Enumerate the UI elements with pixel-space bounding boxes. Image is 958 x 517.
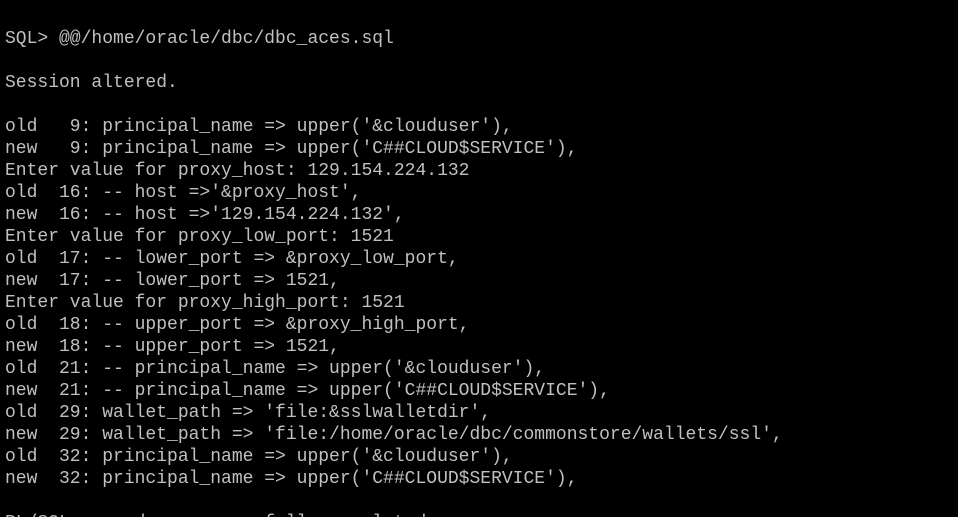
- terminal-line: new 29: wallet_path => 'file:/home/oracl…: [5, 425, 783, 445]
- terminal-line: old 17: -- lower_port => &proxy_low_port…: [5, 249, 459, 269]
- terminal-window[interactable]: SQL> @@/home/oracle/dbc/dbc_aces.sql Sess…: [0, 0, 958, 517]
- terminal-line: new 21: -- principal_name => upper('C##C…: [5, 381, 610, 401]
- terminal-output: SQL> @@/home/oracle/dbc/dbc_aces.sql Sess…: [5, 28, 783, 517]
- terminal-line: new 9: principal_name => upper('C##CLOUD…: [5, 139, 578, 159]
- terminal-line: new 32: principal_name => upper('C##CLOU…: [5, 469, 578, 489]
- terminal-line: new 16: -- host =>'129.154.224.132',: [5, 205, 405, 225]
- terminal-line: Enter value for proxy_host: 129.154.224.…: [5, 161, 470, 181]
- terminal-line: Enter value for proxy_high_port: 1521: [5, 293, 405, 313]
- terminal-line: new 17: -- lower_port => 1521,: [5, 271, 340, 291]
- terminal-line: old 18: -- upper_port => &proxy_high_por…: [5, 315, 470, 335]
- terminal-line: Session altered.: [5, 73, 178, 93]
- terminal-line: Enter value for proxy_low_port: 1521: [5, 227, 394, 247]
- terminal-line: old 9: principal_name => upper('&cloudus…: [5, 117, 513, 137]
- terminal-line: SQL> @@/home/oracle/dbc/dbc_aces.sql: [5, 29, 394, 49]
- terminal-line: old 32: principal_name => upper('&cloudu…: [5, 447, 513, 467]
- terminal-line: old 29: wallet_path => 'file:&sslwalletd…: [5, 403, 492, 423]
- terminal-line: new 18: -- upper_port => 1521,: [5, 337, 340, 357]
- terminal-line: PL/SQL procedure successfully completed.: [5, 512, 783, 517]
- terminal-line: old 21: -- principal_name => upper('&clo…: [5, 359, 546, 379]
- terminal-line: old 16: -- host =>'&proxy_host',: [5, 183, 362, 203]
